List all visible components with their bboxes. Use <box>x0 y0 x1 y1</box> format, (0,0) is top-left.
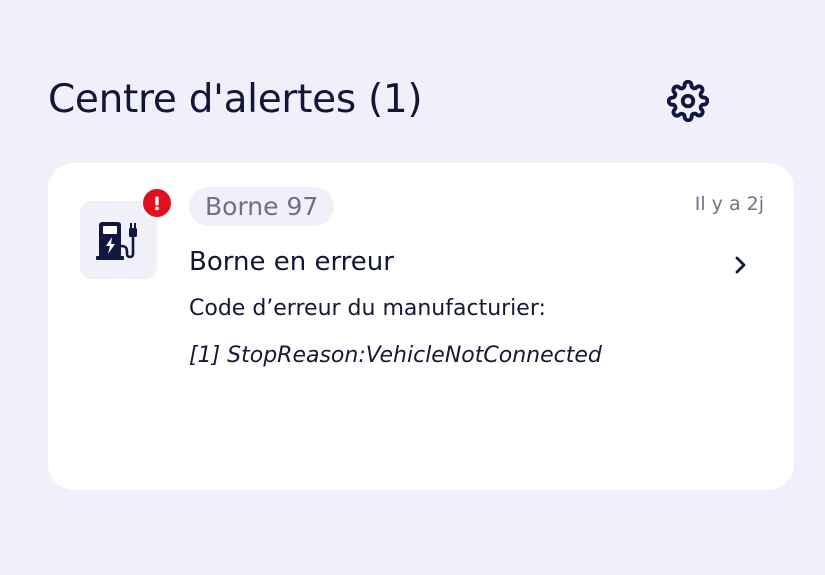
alert-timestamp: Il y a 2j <box>694 193 764 215</box>
alert-card[interactable]: Borne 97 Il y a 2j Borne en erreur Code … <box>48 163 794 490</box>
page-title: Centre d'alertes (1) <box>48 77 423 122</box>
alert-error-code: [1] StopReason:VehicleNotConnected <box>189 343 602 368</box>
gear-icon <box>667 80 709 122</box>
ev-charger-icon <box>95 222 137 260</box>
alert-title: Borne en erreur <box>189 247 394 277</box>
station-tag: Borne 97 <box>189 187 335 226</box>
alert-description: Code d’erreur du manufacturier: <box>189 296 546 321</box>
settings-button[interactable] <box>664 78 712 124</box>
error-badge-icon <box>141 187 173 219</box>
chevron-right-icon[interactable] <box>728 253 752 277</box>
